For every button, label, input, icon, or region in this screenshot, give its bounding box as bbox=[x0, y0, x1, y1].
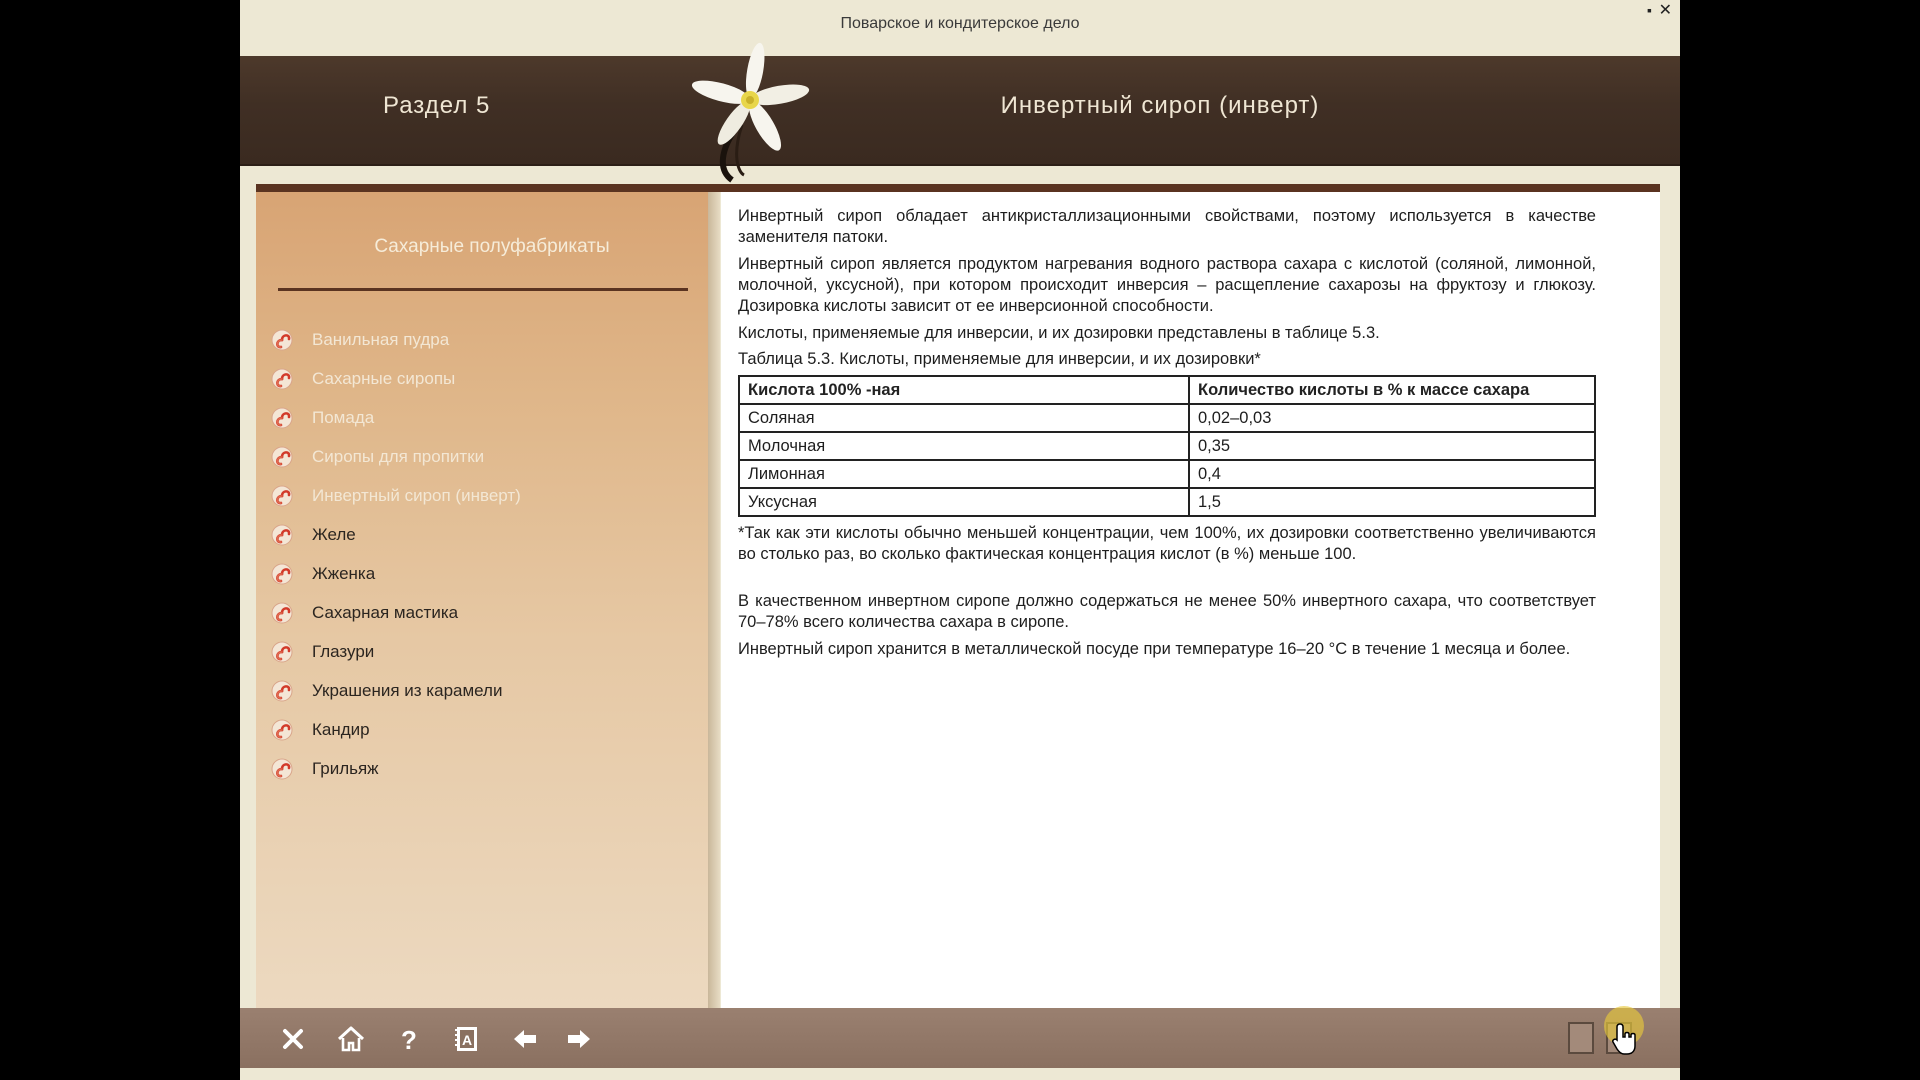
table-cell: 1,5 bbox=[1188, 487, 1596, 517]
vanilla-flower-logo bbox=[691, 42, 810, 183]
arrow-right-icon bbox=[568, 1030, 590, 1048]
sidebar-item[interactable]: Кандир bbox=[270, 710, 700, 749]
acid-dosage-table: Кислота 100% -ная Количество кислоты в %… bbox=[738, 375, 1596, 517]
swirl-bullet-icon bbox=[271, 368, 293, 389]
sidebar-item[interactable]: Сахарная мастика bbox=[270, 593, 700, 632]
paragraph: Инвертный сироп обладает антикристаллиза… bbox=[738, 207, 1596, 246]
sidebar-item[interactable]: Сахарные сиропы bbox=[270, 359, 700, 398]
section-label: Раздел 5 bbox=[383, 92, 491, 119]
sidebar-item-label: Помада bbox=[312, 407, 375, 427]
swirl-bullet-icon bbox=[271, 641, 293, 662]
arrow-left-icon bbox=[514, 1030, 536, 1048]
close-icon bbox=[283, 1029, 303, 1049]
sidebar-item[interactable]: Жженка bbox=[270, 554, 700, 593]
swirl-bullet-icon bbox=[271, 602, 293, 623]
column-header: Количество кислоты в % к массе сахара bbox=[1188, 375, 1596, 405]
bottom-toolbar: ? A bbox=[240, 1008, 1680, 1068]
swirl-bullet-icon bbox=[271, 680, 293, 701]
swirl-bullet-icon bbox=[271, 524, 293, 545]
sidebar-item-label: Ванильная пудра bbox=[312, 329, 450, 349]
sidebar-item-label: Сахарная мастика bbox=[312, 602, 459, 622]
toolbar-footer bbox=[240, 1068, 1680, 1080]
table-cell: 0,35 bbox=[1188, 431, 1596, 461]
glossary-icon: A bbox=[455, 1027, 477, 1051]
svg-text:?: ? bbox=[401, 1025, 417, 1054]
sidebar-item-label: Грильяж bbox=[312, 758, 379, 778]
help-button[interactable]: ? bbox=[392, 1022, 426, 1056]
minimize-button[interactable]: ▪ bbox=[1647, 2, 1652, 18]
swirl-bullet-icon bbox=[271, 446, 293, 467]
table-cell: 0,4 bbox=[1188, 459, 1596, 489]
sidebar-item-label: Жженка bbox=[312, 563, 376, 583]
sidebar-item-label: Инвертный сироп (инверт) bbox=[312, 485, 521, 505]
sidebar-item[interactable]: Глазури bbox=[270, 632, 700, 671]
hand-cursor-icon bbox=[1612, 1023, 1636, 1055]
sidebar-item[interactable]: Украшения из карамели bbox=[270, 671, 700, 710]
sidebar-divider bbox=[278, 288, 688, 291]
app-window: Поварское и кондитерское дело ▪ ✕ Раздел… bbox=[240, 0, 1680, 1080]
sidebar-item[interactable]: Сиропы для пропитки bbox=[270, 437, 700, 476]
exit-button[interactable] bbox=[276, 1022, 310, 1056]
table-row: Лимонная 0,4 bbox=[738, 459, 1596, 489]
table-footnote: *Так как эти кислоты обычно меньшей конц… bbox=[738, 524, 1596, 563]
table-cell: 0,02–0,03 bbox=[1188, 403, 1596, 433]
swirl-bullet-icon bbox=[271, 758, 293, 779]
sidebar-item-label: Сахарные сиропы bbox=[312, 368, 456, 388]
table-header-row: Кислота 100% -ная Количество кислоты в %… bbox=[738, 375, 1596, 405]
swirl-bullet-icon bbox=[271, 329, 293, 350]
home-icon bbox=[337, 1026, 365, 1052]
forward-button[interactable] bbox=[562, 1022, 596, 1056]
sidebar-item[interactable]: Ванильная пудра bbox=[270, 320, 700, 359]
swirl-bullet-icon bbox=[271, 485, 293, 506]
table-row: Соляная 0,02–0,03 bbox=[738, 403, 1596, 433]
sidebar-item[interactable]: Грильяж bbox=[270, 749, 700, 788]
home-button[interactable] bbox=[334, 1022, 368, 1056]
sidebar-item-label: Кандир bbox=[312, 719, 370, 739]
back-button[interactable] bbox=[508, 1022, 542, 1056]
table-cell: Лимонная bbox=[738, 459, 1190, 489]
topic-nav: Ванильная пудра Сахарные сиропы Помада Сиро… bbox=[270, 320, 700, 788]
sidebar-item[interactable]: Желе bbox=[270, 515, 700, 554]
swirl-bullet-icon bbox=[271, 407, 293, 428]
table-caption: Таблица 5.3. Кислоты, применяемые для ин… bbox=[738, 350, 1261, 368]
sidebar-item-label: Сиропы для пропитки bbox=[312, 446, 485, 466]
sidebar-item[interactable]: Помада bbox=[270, 398, 700, 437]
glossary-button[interactable]: A bbox=[450, 1022, 484, 1056]
title-bar: Поварское и кондитерское дело ▪ ✕ bbox=[240, 0, 1680, 52]
table-cell: Соляная bbox=[738, 403, 1190, 433]
close-window-button[interactable]: ✕ bbox=[1659, 0, 1672, 20]
help-icon: ? bbox=[401, 1025, 417, 1054]
sidebar-item[interactable]: Инвертный сироп (инверт) bbox=[270, 476, 700, 515]
sidebar-title: Сахарные полуфабрикаты bbox=[374, 236, 610, 257]
article: Инвертный сироп обладает антикристаллиза… bbox=[738, 206, 1596, 666]
main-content: Инвертный сироп обладает антикристаллиза… bbox=[721, 192, 1660, 1008]
sidebar-edge bbox=[708, 192, 720, 1008]
paragraph: В качественном инвертном сиропе должно с… bbox=[738, 592, 1596, 631]
content-frame-border bbox=[256, 184, 1660, 192]
sidebar-item-label: Глазури bbox=[312, 641, 375, 661]
sidebar-item-label: Желе bbox=[312, 524, 356, 544]
paragraph: Кислоты, применяемые для инверсии, и их … bbox=[738, 324, 1380, 342]
table-cell: Уксусная bbox=[738, 487, 1190, 517]
table-cell: Молочная bbox=[738, 431, 1190, 461]
column-header: Кислота 100% -ная bbox=[738, 375, 1190, 405]
header-band: Раздел 5 Инвертный сироп (инверт) bbox=[240, 56, 1680, 166]
sidebar: Сахарные полуфабрикаты Ванильная пудра Са… bbox=[256, 192, 708, 1008]
page-view-button[interactable] bbox=[1568, 1022, 1594, 1054]
app-title: Поварское и кондитерское дело bbox=[840, 15, 1080, 32]
paragraph: Инвертный сироп хранится в металлической… bbox=[738, 640, 1571, 658]
table-row: Молочная 0,35 bbox=[738, 431, 1596, 461]
swirl-bullet-icon bbox=[271, 719, 293, 740]
paragraph: Инвертный сироп является продуктом нагре… bbox=[738, 255, 1596, 315]
sidebar-item-label: Украшения из карамели bbox=[312, 680, 503, 700]
svg-text:A: A bbox=[462, 1032, 472, 1048]
swirl-bullet-icon bbox=[271, 563, 293, 584]
table-row: Уксусная 1,5 bbox=[738, 487, 1596, 517]
